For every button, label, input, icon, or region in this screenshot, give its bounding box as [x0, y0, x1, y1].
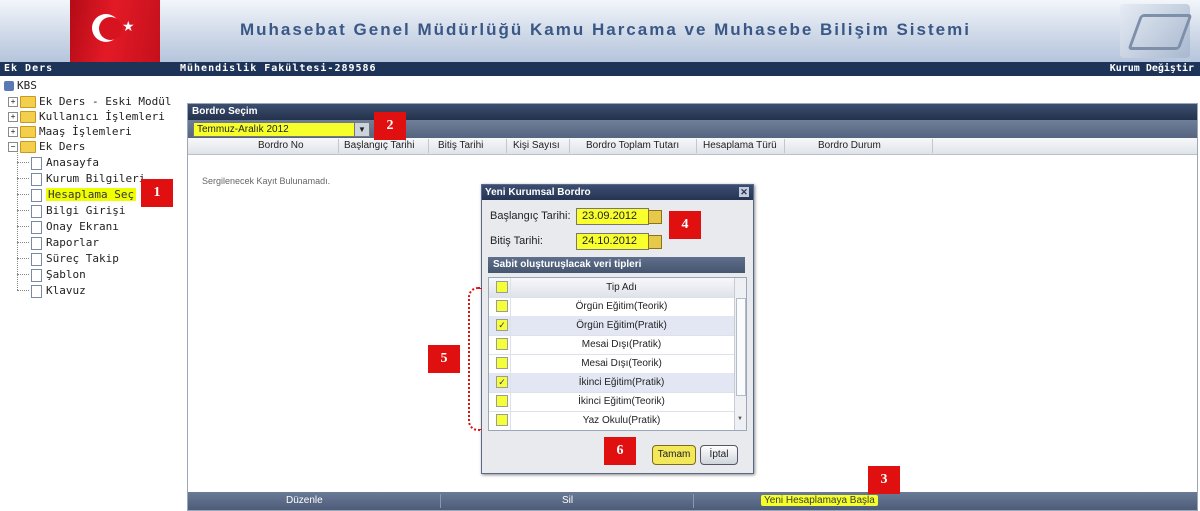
- type-checkbox[interactable]: [496, 414, 508, 426]
- end-date-label: Bitiş Tarihi:: [490, 235, 543, 247]
- dialog-title: Yeni Kurumsal Bordro: [485, 187, 591, 198]
- tree-folder-eski-modul[interactable]: + Ek Ders - Eski Modül: [8, 94, 171, 109]
- col-baslangic[interactable]: Başlangıç Tarihi: [344, 140, 414, 151]
- step-badge-4: 4: [669, 211, 701, 239]
- step-badge-5: 5: [428, 345, 460, 373]
- col-bordro-no[interactable]: Bordro No: [258, 140, 304, 151]
- institution-name: Mühendislik Fakültesi-289586: [180, 63, 377, 74]
- type-checkbox[interactable]: [496, 395, 508, 407]
- new-bordro-dialog: Yeni Kurumsal Bordro ✕ Başlangıç Tarihi:…: [481, 184, 754, 474]
- type-row[interactable]: Örgün Eğitim(Teorik): [489, 297, 734, 317]
- start-date-input[interactable]: 23.09.2012: [576, 208, 649, 225]
- type-row[interactable]: ✓ İkinci Eğitim(Pratik): [489, 373, 734, 393]
- type-row[interactable]: Mesai Dışı(Pratik): [489, 335, 734, 355]
- tree-folder-ek-ders[interactable]: − Ek Ders: [8, 139, 85, 154]
- scroll-down-arrow-icon[interactable]: ▼: [737, 416, 743, 422]
- col-bitis[interactable]: Bitiş Tarihi: [438, 140, 483, 151]
- page-icon: [31, 204, 42, 218]
- col-bordro-durum[interactable]: Bordro Durum: [818, 140, 881, 151]
- module-name: Ek Ders: [4, 63, 54, 74]
- delete-button[interactable]: Sil: [562, 495, 573, 506]
- close-icon[interactable]: ✕: [739, 187, 749, 197]
- types-grid: Tip Adı Örgün Eğitim(Teorik) ✓ Örgün Eği…: [488, 277, 747, 431]
- tree-folder-maas[interactable]: + Maaş İşlemleri: [8, 124, 132, 139]
- tree-item-onay-ekrani[interactable]: Onay Ekranı: [31, 219, 119, 234]
- ok-button[interactable]: Tamam: [652, 445, 696, 465]
- type-checkbox[interactable]: ✓: [496, 376, 508, 388]
- tree-item-raporlar[interactable]: Raporlar: [31, 235, 99, 250]
- keyboard-illustration: [1120, 4, 1193, 58]
- col-tip-adi: Tip Adı: [606, 282, 637, 293]
- empty-message: Sergilenecek Kayıt Bulunamadı.: [202, 176, 331, 186]
- page-icon: [31, 188, 42, 202]
- page-icon: [31, 172, 42, 186]
- app-title: Muhasebat Genel Müdürlüğü Kamu Harcama v…: [240, 20, 971, 39]
- folder-icon: [20, 111, 36, 123]
- page-icon: [31, 268, 42, 282]
- period-select[interactable]: Temmuz-Aralık 2012 ▼: [193, 122, 370, 137]
- tree-item-surec-takip[interactable]: Süreç Takip: [31, 251, 119, 266]
- tree-item-sablon[interactable]: Şablon: [31, 267, 86, 282]
- dialog-title-bar: Yeni Kurumsal Bordro ✕: [482, 185, 753, 200]
- type-row[interactable]: İkinci Eğitim(Teorik): [489, 392, 734, 412]
- tree-item-hesaplama-sec[interactable]: Hesaplama Seç: [31, 187, 137, 202]
- tree-item-kurum-bilgileri[interactable]: Kurum Bilgileri: [31, 171, 145, 186]
- type-checkbox[interactable]: [496, 300, 508, 312]
- cancel-button[interactable]: İptal: [700, 445, 738, 465]
- tree-item-bilgi-girisi[interactable]: Bilgi Girişi: [31, 203, 125, 218]
- page-icon: [31, 220, 42, 234]
- tree-item-anasayfa[interactable]: Anasayfa: [31, 155, 99, 170]
- calendar-icon[interactable]: [648, 235, 662, 249]
- expand-icon[interactable]: +: [8, 97, 18, 107]
- step-badge-2: 2: [374, 112, 406, 140]
- expand-icon[interactable]: +: [8, 127, 18, 137]
- tree-root[interactable]: KBS: [4, 78, 37, 93]
- expand-icon[interactable]: +: [8, 112, 18, 122]
- change-institution-link[interactable]: Kurum Değiştir: [1110, 63, 1194, 74]
- folder-icon: [20, 126, 36, 138]
- step-badge-6: 6: [604, 437, 636, 465]
- dropdown-arrow-icon[interactable]: ▼: [354, 123, 369, 136]
- bracket-marker: [468, 287, 482, 431]
- type-row[interactable]: ✓ Örgün Eğitim(Pratik): [489, 316, 734, 336]
- table-header: Bordro No Başlangıç Tarihi Bitiş Tarihi …: [188, 138, 1197, 155]
- tree-item-klavuz[interactable]: Klavuz: [31, 283, 86, 298]
- type-row[interactable]: Mesai Dışı(Teorik): [489, 354, 734, 374]
- types-section-title: Sabit oluşturuşlacak veri tipleri: [488, 257, 745, 273]
- folder-icon: [20, 96, 36, 108]
- col-toplam-tutar[interactable]: Bordro Toplam Tutarı: [586, 140, 679, 151]
- col-kisi-sayisi[interactable]: Kişi Sayısı: [513, 140, 560, 151]
- grid-scrollbar[interactable]: ▲ ▼: [734, 278, 746, 430]
- edit-button[interactable]: Düzenle: [286, 495, 323, 506]
- type-checkbox[interactable]: [496, 357, 508, 369]
- grid-header-row: Tip Adı: [489, 278, 734, 298]
- end-date-input[interactable]: 24.10.2012: [576, 233, 649, 250]
- app-banner: ★ Muhasebat Genel Müdürlüğü Kamu Harcama…: [0, 0, 1200, 63]
- open-folder-icon: [20, 141, 36, 153]
- start-date-label: Başlangıç Tarihi:: [490, 210, 571, 222]
- page-icon: [31, 252, 42, 266]
- type-checkbox[interactable]: ✓: [496, 319, 508, 331]
- filter-row: Temmuz-Aralık 2012 ▼: [188, 120, 1197, 138]
- type-checkbox[interactable]: [496, 338, 508, 350]
- page-icon: [31, 236, 42, 250]
- select-all-checkbox[interactable]: [496, 281, 508, 293]
- col-hesaplama-turu[interactable]: Hesaplama Türü: [703, 140, 777, 151]
- page-icon: [31, 156, 42, 170]
- step-badge-3: 3: [868, 466, 900, 494]
- step-badge-1: 1: [141, 179, 173, 207]
- calendar-icon[interactable]: [648, 210, 662, 224]
- context-bar: Ek Ders Mühendislik Fakültesi-289586 Kur…: [0, 62, 1200, 76]
- kbs-icon: [4, 81, 14, 91]
- panel-title: Bordro Seçim: [188, 104, 1197, 120]
- type-row[interactable]: Yaz Okulu(Pratik): [489, 411, 734, 430]
- page-icon: [31, 284, 42, 298]
- tree-folder-kullanici[interactable]: + Kullanıcı İşlemleri: [8, 109, 165, 124]
- action-bar: Düzenle Sil Yeni Hesaplamaya Başla: [188, 492, 1197, 510]
- new-calculation-button[interactable]: Yeni Hesaplamaya Başla: [761, 495, 878, 506]
- turkish-flag-logo: ★: [70, 0, 160, 62]
- scroll-thumb[interactable]: [736, 298, 746, 396]
